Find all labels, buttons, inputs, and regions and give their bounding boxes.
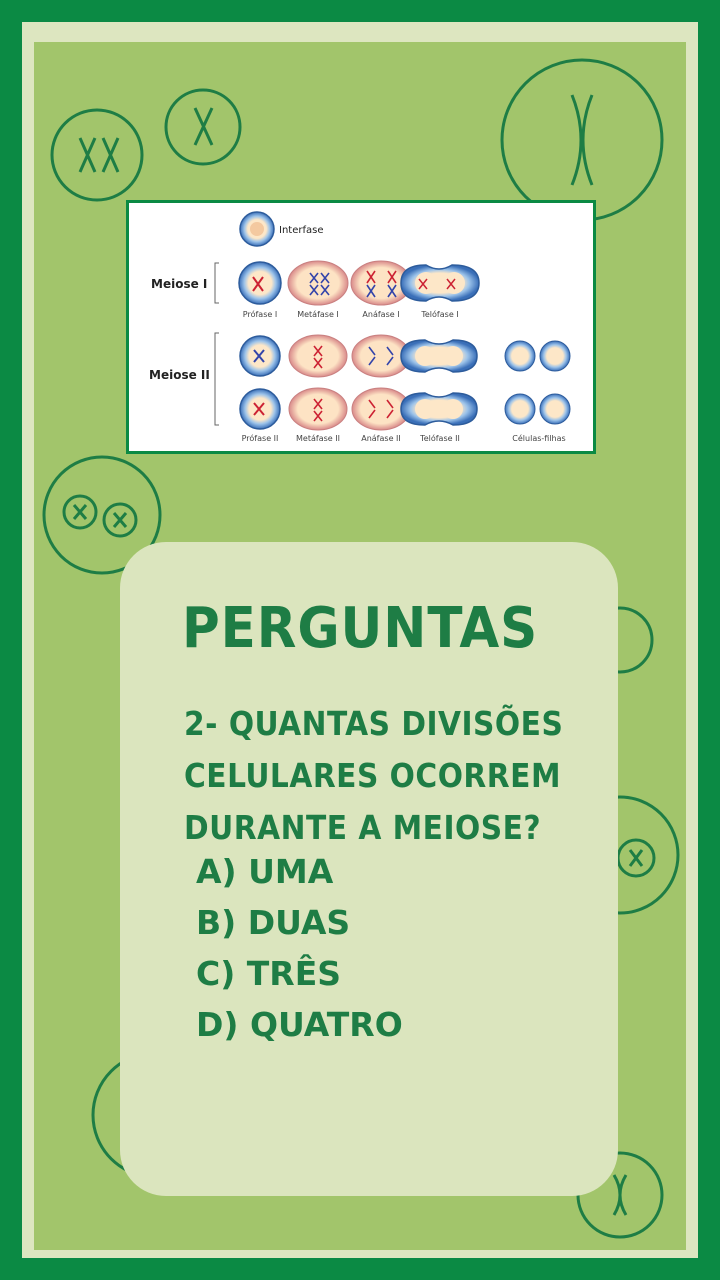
chromosome-xx-icon <box>78 137 120 173</box>
stage-label: Prófase II <box>242 433 279 443</box>
stage-label: Anáfase II <box>361 434 401 443</box>
question-text: 2- QUANTAS DIVISÕES CELULARES OCORREM DU… <box>184 698 604 854</box>
stage-label: Células-filhas <box>512 433 565 443</box>
meiose-2-stage-labels: Prófase II Metáfase II Anáfase II Telófa… <box>242 433 566 443</box>
answer-option-d[interactable]: D) QUATRO <box>196 999 576 1050</box>
question-line: 2- QUANTAS DIVISÕES <box>184 704 564 743</box>
cell-decoration-icon <box>50 108 144 202</box>
meiose-2-label: Meiose II <box>149 368 210 382</box>
meiosis-diagram-image: Interfase Meiose I Meiose II Prófase I M… <box>149 211 571 443</box>
meiosis-diagram: Interfase Meiose I Meiose II Prófase I M… <box>126 200 596 454</box>
answer-option-b[interactable]: B) DUAS <box>196 897 576 948</box>
answer-option-a[interactable]: A) UMA <box>196 846 576 897</box>
meiose-1-cells <box>238 260 480 306</box>
stage-label: Telófase II <box>419 433 460 443</box>
meiose-1-label: Meiose I <box>151 277 207 291</box>
chromosome-x-icon <box>193 107 214 146</box>
answer-option-c[interactable]: C) TRÊS <box>196 948 576 999</box>
stage-label: Telófase I <box>420 309 458 319</box>
interfase-cell <box>239 211 275 247</box>
stage-label: Metáfase II <box>296 434 340 443</box>
stage-label: Metáfase I <box>297 310 339 319</box>
stage-label: Anáfase I <box>362 310 399 319</box>
meiose-2-cells <box>239 334 571 431</box>
question-line: CELULARES OCORREM <box>184 756 561 795</box>
interfase-label: Interfase <box>279 225 323 236</box>
meiose-1-stage-labels: Prófase I Metáfase I Anáfase I Telófase … <box>243 309 459 319</box>
page-title: PERGUNTAS <box>181 596 539 661</box>
stage-label: Prófase I <box>243 309 277 319</box>
answer-options: A) UMA B) DUAS C) TRÊS D) QUATRO <box>196 846 576 1050</box>
chromosome-x-icon <box>570 94 594 186</box>
